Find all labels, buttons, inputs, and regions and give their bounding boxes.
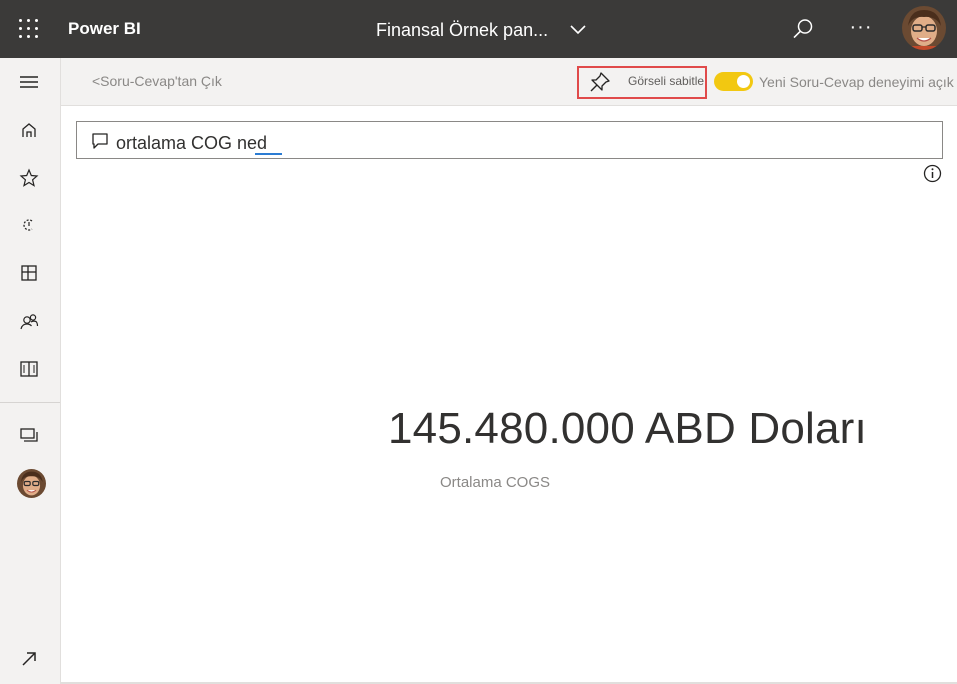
user-avatar[interactable] [902,6,946,50]
star-icon[interactable] [15,164,43,192]
new-qa-label: Yeni Soru-Cevap deneyimi açık [759,74,954,90]
spellcheck-underline [255,153,282,155]
shared-icon[interactable] [15,308,43,336]
comment-icon [92,133,108,149]
left-nav [0,58,61,684]
apps-icon[interactable] [15,259,43,287]
top-bar: Power BI Finansal Örnek pan... ··· [0,0,957,58]
learn-icon[interactable] [15,355,43,383]
recent-icon[interactable] [15,211,43,239]
result-caption: Ortalama COGS [440,474,551,491]
exit-qa-link[interactable]: <Soru-Cevap'tan Çık [92,73,222,89]
qa-toolbar: <Soru-Cevap'tan Çık Görseli sabitle Yeni… [61,58,957,106]
more-options-icon[interactable]: ··· [848,16,874,40]
brand-name[interactable]: Power BI [68,19,141,39]
home-icon[interactable] [15,116,43,144]
app-launcher-icon[interactable] [19,19,38,38]
hamburger-icon[interactable] [15,68,43,96]
qa-input[interactable]: ortalama COG ned [76,121,943,159]
chevron-down-icon[interactable] [568,22,588,38]
workspace-avatar[interactable] [17,469,46,498]
info-icon[interactable] [923,164,942,183]
nav-divider [0,402,60,403]
qa-query-text[interactable]: ortalama COG ned [116,132,267,154]
new-qa-toggle[interactable] [714,72,753,91]
toggle-knob [737,75,750,88]
pin-icon[interactable] [589,71,611,93]
pin-visual-button[interactable]: Görseli sabitle [628,74,704,88]
search-icon[interactable] [792,18,814,40]
expand-icon[interactable] [15,645,43,673]
report-title[interactable]: Finansal Örnek pan... [376,19,548,41]
workspaces-icon[interactable] [15,421,43,449]
result-value: 145.480.000 ABD Doları [388,404,867,453]
